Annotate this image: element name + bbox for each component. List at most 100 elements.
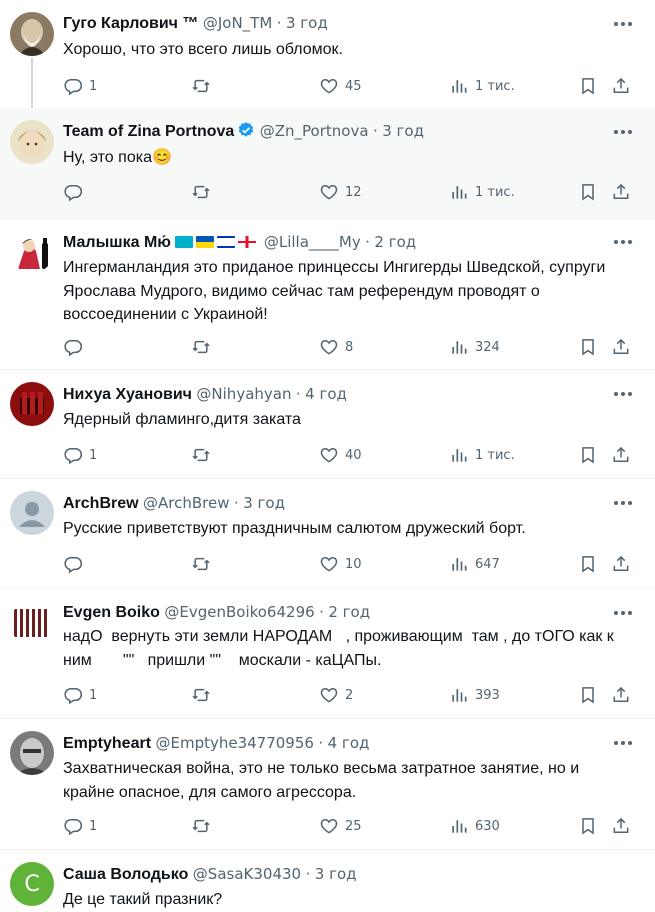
reply-button[interactable]: 1: [63, 685, 97, 705]
reply-button[interactable]: [63, 337, 89, 357]
avatar[interactable]: [10, 491, 54, 535]
author-name[interactable]: Нихуа Хуанович: [63, 386, 192, 403]
retweet-button[interactable]: [191, 76, 217, 96]
views-button[interactable]: 393: [449, 685, 500, 705]
author-name[interactable]: Гуго Карлович ™: [63, 15, 198, 32]
retweet-button[interactable]: [191, 182, 217, 202]
timestamp[interactable]: 3 год: [286, 14, 328, 32]
reply-button[interactable]: 1: [63, 445, 97, 465]
views-button[interactable]: 1 тис.: [449, 76, 515, 96]
timestamp[interactable]: 2 год: [328, 603, 370, 621]
timestamp[interactable]: 3 год: [243, 494, 285, 512]
share-button[interactable]: [611, 337, 631, 357]
share-button[interactable]: [611, 76, 631, 96]
reply-button[interactable]: 1: [63, 816, 97, 836]
reply-button[interactable]: [63, 554, 89, 574]
author-name[interactable]: Малышка Мю́: [63, 234, 171, 251]
like-button[interactable]: 25: [319, 816, 362, 836]
more-icon[interactable]: [613, 610, 633, 616]
bookmark-icon: [578, 445, 598, 465]
views-button[interactable]: 630: [449, 816, 500, 836]
author-name[interactable]: Emptyheart: [63, 735, 151, 752]
share-button[interactable]: [611, 182, 631, 202]
more-icon[interactable]: [613, 21, 633, 27]
more-icon[interactable]: [613, 500, 633, 506]
avatar[interactable]: [10, 601, 54, 645]
author-name[interactable]: ArchBrew: [63, 495, 139, 512]
tweet-5[interactable]: ArchBrew @ArchBrew · 3 год Русские приве…: [0, 479, 655, 589]
retweet-button[interactable]: [191, 685, 217, 705]
bookmark-icon: [578, 554, 598, 574]
retweet-button[interactable]: [191, 445, 217, 465]
author-name[interactable]: Evgen Boiko: [63, 604, 160, 621]
share-button[interactable]: [611, 554, 631, 574]
views-icon: [449, 816, 469, 836]
more-icon[interactable]: [613, 129, 633, 135]
retweet-button[interactable]: [191, 337, 217, 357]
bookmark-button[interactable]: [578, 554, 598, 574]
more-icon[interactable]: [613, 740, 633, 746]
share-icon: [611, 816, 631, 836]
tweet-4[interactable]: Нихуа Хуанович @Nihyahyan · 4 год Ядерны…: [0, 370, 655, 479]
avatar[interactable]: [10, 12, 54, 56]
views-button[interactable]: 1 тис.: [449, 445, 515, 465]
tweet-8[interactable]: С Саша Володько @SasaK30430 · 3 год Де ц…: [0, 850, 655, 912]
author-handle[interactable]: @Nihyahyan: [196, 385, 291, 403]
share-button[interactable]: [611, 445, 631, 465]
reply-button[interactable]: [63, 182, 89, 202]
author-name[interactable]: Саша Володько: [63, 866, 188, 883]
like-button[interactable]: 40: [319, 445, 362, 465]
timestamp[interactable]: 2 год: [374, 233, 416, 251]
tweet-6[interactable]: Evgen Boiko @EvgenBoiko64296 · 2 год над…: [0, 589, 655, 719]
retweet-button[interactable]: [191, 816, 217, 836]
action-bar: 1 45 1 тис.: [63, 76, 638, 96]
author-handle[interactable]: @EvgenBoiko64296: [164, 603, 314, 621]
bookmark-button[interactable]: [578, 685, 598, 705]
timestamp[interactable]: 4 год: [305, 385, 347, 403]
tweet-3[interactable]: Малышка Мю́ @Lilla____My · 2 год Ингерма…: [0, 219, 655, 370]
tweet-2[interactable]: Team of Zina Portnova @Zn_Portnova · 3 г…: [0, 108, 655, 219]
bookmark-button[interactable]: [578, 816, 598, 836]
views-icon: [449, 337, 469, 357]
author-name[interactable]: Team of Zina Portnova: [63, 123, 234, 140]
more-icon[interactable]: [613, 239, 633, 245]
timestamp[interactable]: 3 год: [382, 122, 424, 140]
avatar[interactable]: С: [10, 862, 54, 906]
bookmark-button[interactable]: [578, 337, 598, 357]
bookmark-button[interactable]: [578, 76, 598, 96]
more-icon[interactable]: [613, 391, 633, 397]
like-button[interactable]: 8: [319, 337, 353, 357]
avatar[interactable]: [10, 731, 54, 775]
timestamp[interactable]: 3 год: [315, 865, 357, 883]
bookmark-button[interactable]: [578, 182, 598, 202]
share-button[interactable]: [611, 816, 631, 836]
tweet-header: Emptyheart @Emptyhe34770956 · 4 год: [63, 732, 369, 754]
like-icon: [319, 816, 339, 836]
author-handle[interactable]: @JoN_TM: [203, 14, 272, 32]
georgia-flag-icon: [238, 236, 257, 248]
retweet-icon: [191, 554, 211, 574]
avatar[interactable]: [10, 120, 54, 164]
views-button[interactable]: 647: [449, 554, 500, 574]
avatar[interactable]: [10, 382, 54, 426]
author-handle[interactable]: @Lilla____My: [264, 233, 361, 251]
retweet-button[interactable]: [191, 554, 217, 574]
tweet-1[interactable]: Гуго Карлович ™ @JoN_TM · 3 год Хорошо, …: [0, 0, 655, 116]
views-button[interactable]: 1 тис.: [449, 182, 515, 202]
views-button[interactable]: 324: [449, 337, 500, 357]
author-handle[interactable]: @SasaK30430: [193, 865, 301, 883]
like-button[interactable]: 2: [319, 685, 353, 705]
author-handle[interactable]: @ArchBrew: [143, 494, 229, 512]
share-button[interactable]: [611, 685, 631, 705]
bookmark-button[interactable]: [578, 445, 598, 465]
retweet-icon: [191, 816, 211, 836]
like-button[interactable]: 45: [319, 76, 362, 96]
timestamp[interactable]: 4 год: [328, 734, 370, 752]
author-handle[interactable]: @Emptyhe34770956: [155, 734, 313, 752]
author-handle[interactable]: @Zn_Portnova: [260, 122, 369, 140]
like-button[interactable]: 10: [319, 554, 362, 574]
like-button[interactable]: 12: [319, 182, 362, 202]
avatar[interactable]: [10, 229, 54, 273]
tweet-7[interactable]: Emptyheart @Emptyhe34770956 · 4 год Захв…: [0, 719, 655, 850]
reply-button[interactable]: 1: [63, 76, 97, 96]
